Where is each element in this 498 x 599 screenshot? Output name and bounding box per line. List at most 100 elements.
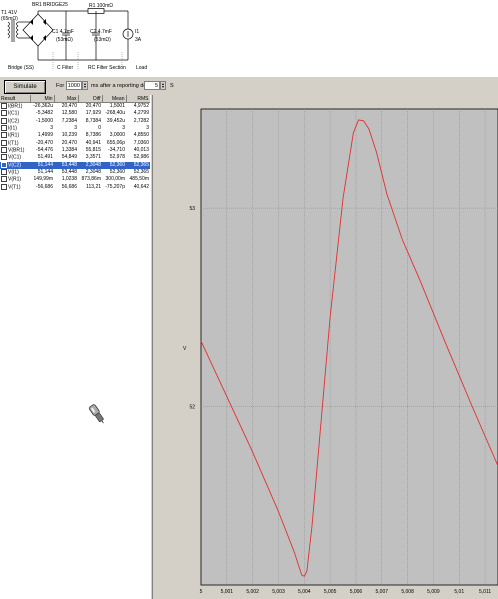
result-max-cell: 56,686: [61, 183, 77, 190]
result-rms-cell: 40,013: [133, 147, 149, 154]
result-name: V(C2): [8, 161, 22, 168]
result-diff-cell: 873,86m: [81, 176, 101, 183]
c1-esr-label: (53mΩ): [56, 37, 73, 43]
result-name-cell[interactable]: I(C1): [0, 110, 30, 117]
result-rms-cell: 52,986: [133, 154, 149, 161]
plot-checkbox[interactable]: [1, 103, 7, 109]
result-name-cell[interactable]: I(BR1): [0, 103, 30, 111]
result-row[interactable]: I(BR1) -26,362u 20,470 20,470 1,5001 4,9752: [0, 103, 150, 111]
result-name-cell[interactable]: V(C1): [0, 154, 30, 161]
result-diff-cell: 17,929: [85, 110, 101, 117]
section-load-label: Load: [136, 65, 147, 71]
plot-checkbox[interactable]: [1, 168, 7, 175]
result-row[interactable]: V(I1) 51,144 53,448 2,3048 52,360 52,365: [0, 168, 150, 176]
plot-checkbox[interactable]: [1, 110, 7, 117]
plot-checkbox[interactable]: [1, 139, 7, 146]
column-header[interactable]: Max: [54, 95, 79, 103]
result-rms-cell: 3: [146, 125, 149, 132]
x-tick-label: 5,009: [427, 589, 440, 595]
plot-checkbox[interactable]: [1, 154, 7, 161]
results-header-row: Result Min Max Diff Mean RMS: [0, 95, 151, 103]
result-diff-cell: 20,470: [85, 103, 101, 110]
for-label: For: [56, 83, 65, 89]
result-row[interactable]: I(I1) 3 3 0 3 3: [0, 124, 150, 132]
result-rms-cell: 7,0360: [133, 139, 149, 146]
column-header[interactable]: Min: [30, 95, 55, 103]
schematic-diagram: BR1 BRIDGE25 T1 41V (65mΩ) R1 100mΩ C1 4…: [1, 2, 147, 71]
result-max-cell: 53,448: [54, 161, 78, 169]
column-header[interactable]: Result: [0, 95, 31, 103]
load-value-label: 3A: [135, 37, 142, 43]
result-max-cell: 53,448: [61, 169, 77, 176]
result-mean-cell: -75,207p: [105, 183, 125, 190]
result-name: V(R1): [8, 176, 22, 183]
column-header[interactable]: RMS: [126, 95, 151, 103]
result-rms-cell: 2,7282: [133, 117, 149, 124]
result-row[interactable]: V(BR1) -54,476 1,3384 55,815 -34,710 40,013: [0, 146, 150, 154]
duration-input[interactable]: 1000: [66, 81, 82, 90]
result-name: V(T1): [8, 183, 21, 190]
result-max-cell: 20,470: [61, 139, 77, 146]
result-name: V(I1): [8, 169, 19, 176]
column-header[interactable]: Mean: [102, 95, 127, 103]
result-min-cell: -56,686: [36, 183, 53, 190]
result-diff-cell: 113,21: [86, 183, 101, 190]
result-name-cell[interactable]: V(I1): [0, 168, 30, 176]
delay-input[interactable]: 5: [144, 81, 160, 90]
result-max-cell: 20,470: [61, 103, 77, 110]
result-name-cell[interactable]: V(C2): [0, 161, 30, 169]
y-tick-label: 53: [189, 206, 195, 212]
plot-checkbox[interactable]: [1, 161, 7, 168]
result-diff-cell: 0: [98, 125, 101, 132]
result-row[interactable]: V(C2) 51,144 53,448 2,3048 52,360 52,365: [0, 161, 150, 169]
result-min-cell: 3: [50, 125, 53, 132]
plot-checkbox[interactable]: [1, 124, 7, 131]
simulate-button[interactable]: Simulate: [4, 80, 46, 94]
y-axis-label: V: [183, 346, 187, 352]
result-min-cell: -26,362u: [33, 103, 53, 110]
result-row[interactable]: I(R1) 1,4999 10,239 8,7386 3,0000 4,8550: [0, 132, 150, 139]
result-name-cell[interactable]: I(R1): [0, 132, 30, 139]
result-name-cell[interactable]: I(T1): [0, 139, 30, 147]
plot-checkbox[interactable]: [1, 176, 7, 183]
result-row[interactable]: I(T1) -20,470 20,470 40,941 655,06p 7,0360: [0, 139, 150, 147]
delay-spinner[interactable]: [160, 81, 166, 90]
result-min-cell: 51,144: [30, 161, 54, 169]
plot-checkbox[interactable]: [1, 132, 7, 139]
column-header[interactable]: Diff: [78, 95, 103, 103]
duration-spinner[interactable]: [82, 81, 88, 90]
result-row[interactable]: V(R1) 149,99m 1,0238 873,86m 300,00m 485,50m: [0, 176, 150, 183]
result-name-cell[interactable]: I(C2): [0, 117, 30, 125]
result-min-cell: 149,99m: [33, 176, 53, 183]
result-mean-cell: 3: [122, 125, 125, 132]
result-name: I(T1): [8, 139, 19, 146]
result-row[interactable]: V(T1) -56,686 56,686 113,21 -75,207p 40,642: [0, 183, 150, 191]
result-name-cell[interactable]: V(T1): [0, 183, 30, 191]
result-min-cell: -1,5000: [36, 117, 53, 124]
result-row[interactable]: I(C2) -1,5000 7,2384 8,7384 39,452u 2,7282: [0, 117, 150, 125]
result-rms-cell: 485,50m: [129, 176, 149, 183]
result-min-cell: -5,3482: [36, 110, 53, 117]
result-name: I(I1): [8, 125, 17, 132]
waveform-chart: 5 5,001 5,002 5,003 5,004 5,005 5,006 5,007 5,00…: [183, 108, 498, 595]
waveform-plot-panel: 5 5,001 5,002 5,003 5,004 5,005 5,006 5,007 5,00…: [153, 95, 498, 599]
plot-checkbox[interactable]: [1, 146, 7, 153]
result-row[interactable]: V(C1) 51,491 54,849 3,3571 52,978 52,986: [0, 154, 150, 161]
result-max-cell: 1,0238: [61, 176, 77, 183]
result-row[interactable]: I(C1) -5,3482 12,580 17,929 -268,40u 4,2799: [0, 110, 150, 117]
result-name-cell[interactable]: V(R1): [0, 176, 30, 183]
plot-checkbox[interactable]: [1, 117, 7, 124]
section-bridge-label: Bridge (SS): [8, 65, 34, 71]
result-name-cell[interactable]: V(BR1): [0, 146, 30, 154]
results-pane: Result Min Max Diff Mean RMS I(BR1) -26,362u 20…: [0, 95, 151, 599]
result-mean-cell: -268,40u: [105, 110, 125, 117]
x-tick-label: 5,005: [324, 589, 337, 595]
x-tick-label: 5,001: [221, 589, 234, 595]
result-rms-cell: 52,365: [133, 169, 149, 176]
source-res-label: (65mΩ): [1, 16, 18, 22]
plot-checkbox[interactable]: [1, 183, 7, 190]
result-name-cell[interactable]: I(I1): [0, 124, 30, 132]
section-cfilter-label: C Filter: [57, 65, 73, 71]
duration-unit-label: ms: [91, 83, 99, 89]
y-tick-label: 52: [189, 405, 195, 411]
